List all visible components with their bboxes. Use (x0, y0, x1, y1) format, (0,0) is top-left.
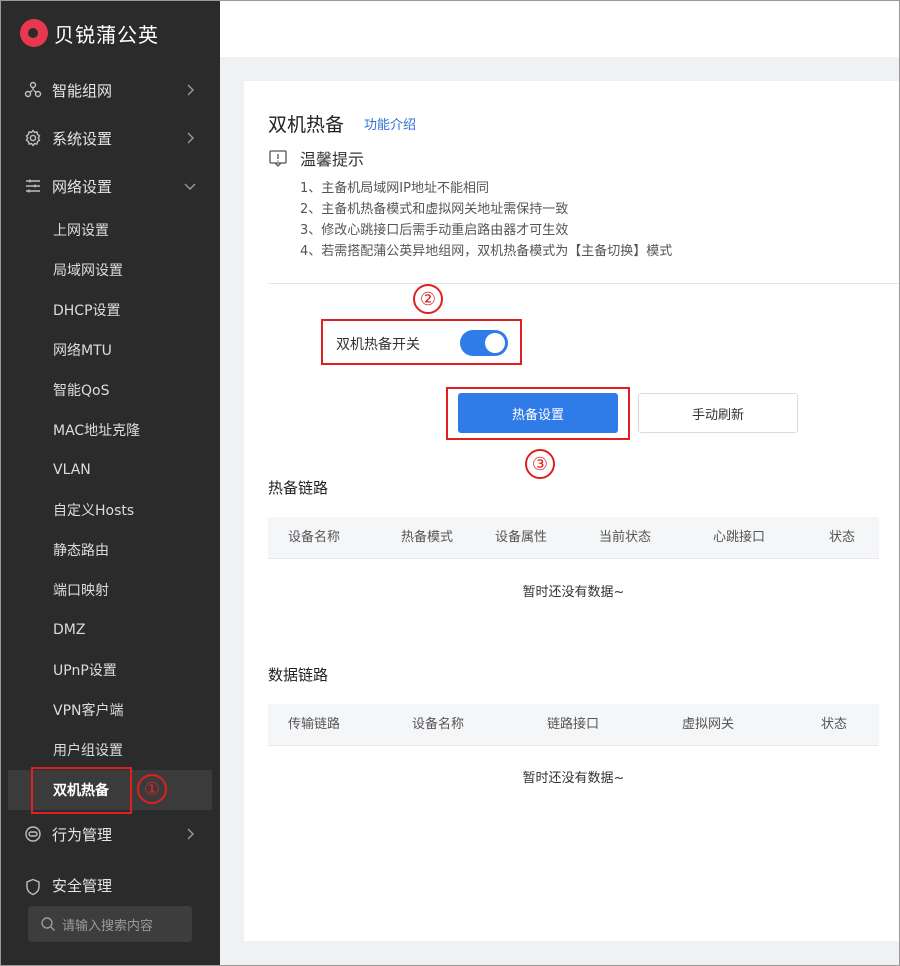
tip-header: 温馨提示 (268, 146, 364, 170)
sidebar-item-hosts[interactable]: 自定义Hosts (0, 490, 220, 530)
menu-group-security[interactable]: 安全管理 (0, 860, 220, 896)
menu-group-behavior[interactable]: 行为管理 (0, 814, 220, 854)
tip-item: 2、主备机热备模式和虚拟网关地址需保持一致 (300, 202, 569, 217)
behavior-icon (24, 825, 42, 843)
tip-title: 温馨提示 (300, 150, 365, 169)
search-placeholder: 请输入搜索内容 (62, 918, 154, 934)
data-link-empty-text: 暂时还没有数据~ (522, 771, 625, 786)
top-bar (220, 0, 900, 57)
column-header: 热备模式 (401, 530, 454, 545)
hot-link-title: 热备链路 (268, 479, 329, 497)
annotation-box-1 (31, 767, 132, 814)
sidebar-item-lan[interactable]: 局域网设置 (0, 250, 220, 290)
menu-group-label: 安全管理 (52, 877, 113, 895)
search-icon (40, 916, 56, 932)
hot-standby-switch[interactable] (460, 330, 508, 356)
chevron-right-icon (182, 130, 198, 146)
brand[interactable]: 贝锐蒲公英 (20, 18, 159, 48)
tip-item: 3、修改心跳接口后需手动重启路由器才可生效 (300, 223, 569, 238)
sidebar-item-upnp[interactable]: UPnP设置 (0, 650, 220, 690)
menu-group-system-settings[interactable]: 系统设置 (0, 118, 220, 158)
column-header: 设备名称 (412, 717, 465, 732)
column-header: 状态 (821, 717, 848, 732)
sliders-icon (24, 177, 42, 195)
sidebar-search[interactable]: 请输入搜索内容 (28, 906, 192, 942)
manual-refresh-button[interactable]: 手动刷新 (638, 393, 798, 433)
network-icon (24, 81, 42, 99)
column-header: 传输链路 (288, 717, 341, 732)
column-header: 设备属性 (495, 530, 548, 545)
chevron-right-icon (182, 82, 198, 98)
tip-item: 4、若需搭配蒲公英异地组网，双机热备模式为【主备切换】模式 (300, 244, 673, 259)
annotation-mark-2: ② (413, 284, 443, 314)
menu-group-smart-network[interactable]: 智能组网 (0, 70, 220, 110)
sidebar-item-mtu[interactable]: 网络MTU (0, 330, 220, 370)
chevron-right-icon (182, 826, 198, 842)
menu-group-label: 行为管理 (52, 825, 113, 844)
sidebar-item-user-group[interactable]: 用户组设置 (0, 730, 220, 770)
menu-group-network-settings[interactable]: 网络设置 (0, 166, 220, 206)
column-header: 设备名称 (288, 530, 341, 545)
tip-item: 1、主备机局域网IP地址不能相同 (300, 181, 489, 196)
column-header: 链路接口 (547, 717, 600, 732)
sidebar-item-port-mapping[interactable]: 端口映射 (0, 570, 220, 610)
hot-link-empty-text: 暂时还没有数据~ (522, 585, 625, 600)
feature-intro-link[interactable]: 功能介绍 (364, 114, 416, 133)
sidebar-item-internet[interactable]: 上网设置 (0, 210, 220, 250)
chevron-down-icon (182, 178, 198, 194)
divider (268, 283, 900, 284)
tip-list: 1、主备机局域网IP地址不能相同 2、主备机热备模式和虚拟网关地址需保持一致 3… (300, 178, 672, 262)
annotation-mark-3: ③ (525, 449, 555, 479)
hot-standby-settings-button[interactable]: 热备设置 (458, 393, 618, 433)
column-header: 当前状态 (599, 530, 652, 545)
brand-name: 贝锐蒲公英 (54, 22, 159, 47)
shield-icon (24, 878, 42, 896)
data-link-title: 数据链路 (268, 666, 329, 684)
data-link-table-header: 传输链路 设备名称 链路接口 虚拟网关 状态 (268, 704, 879, 746)
menu-group-label: 系统设置 (52, 129, 113, 148)
menu-group-label: 网络设置 (52, 177, 113, 196)
hot-standby-switch-label: 双机热备开关 (336, 337, 420, 353)
page-title: 双机热备 (268, 114, 345, 136)
sidebar-item-vpn-client[interactable]: VPN客户端 (0, 690, 220, 730)
column-header: 虚拟网关 (682, 717, 735, 732)
sidebar: 贝锐蒲公英 智能组网 系统设置 网络设置 上网设置 局域网设置 DHCP设置 网… (0, 0, 220, 966)
sidebar-item-mac-clone[interactable]: MAC地址克隆 (0, 410, 220, 450)
sidebar-item-vlan[interactable]: VLAN (0, 450, 220, 490)
hot-link-table-header: 设备名称 热备模式 设备属性 当前状态 心跳接口 状态 (268, 517, 879, 559)
annotation-mark-1: ① (137, 774, 167, 804)
sidebar-item-qos[interactable]: 智能QoS (0, 370, 220, 410)
info-icon (268, 148, 288, 168)
sidebar-item-dhcp[interactable]: DHCP设置 (0, 290, 220, 330)
column-header: 心跳接口 (713, 530, 766, 545)
column-header: 状态 (829, 530, 856, 545)
menu-group-label: 智能组网 (52, 81, 113, 100)
gear-icon (24, 129, 42, 147)
brand-logo (20, 19, 48, 47)
sidebar-item-dmz[interactable]: DMZ (0, 610, 220, 650)
sidebar-item-static-route[interactable]: 静态路由 (0, 530, 220, 570)
